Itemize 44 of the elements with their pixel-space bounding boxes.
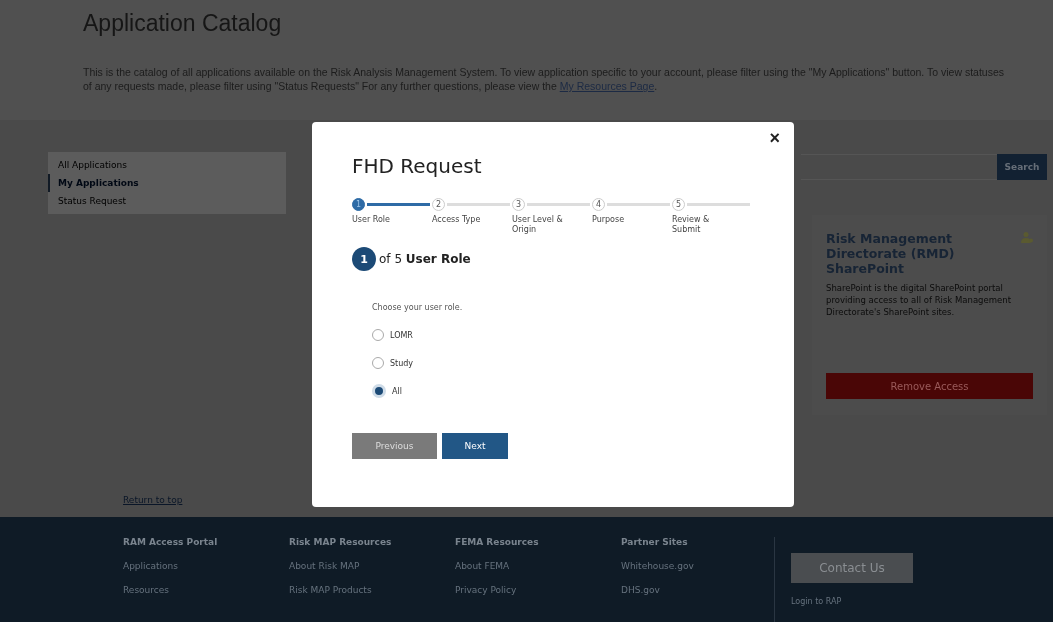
sidebar-item[interactable]: All Applications	[48, 156, 286, 174]
footer-heading: FEMA Resources	[455, 537, 540, 547]
step-progress-line	[687, 203, 750, 206]
radio-label: LOMR	[390, 330, 413, 340]
footer-link[interactable]: DHS.gov	[621, 585, 787, 595]
radio-label: All	[392, 386, 402, 396]
step-progress-line	[527, 203, 590, 206]
dialog-title: FHD Request	[352, 154, 483, 178]
step-progress-line	[367, 203, 430, 206]
step-label: Review & Submit	[672, 215, 711, 235]
footer-heading: RAM Access Portal	[123, 537, 219, 547]
radio-button[interactable]	[372, 384, 386, 398]
footer-link[interactable]: Privacy Policy	[455, 585, 621, 595]
contact-us-button[interactable]: Contact Us	[791, 553, 913, 583]
close-button[interactable]: ×	[767, 128, 782, 149]
search-field[interactable]	[801, 154, 997, 180]
step-progress-line	[447, 203, 510, 206]
search-button[interactable]: Search	[997, 154, 1047, 180]
next-button[interactable]: Next	[442, 433, 508, 459]
footer-heading: Partner Sites	[621, 537, 689, 547]
step-label: User Level & Origin	[512, 215, 564, 235]
sidebar-item[interactable]: Status Request	[48, 192, 286, 210]
step-progress-line	[607, 203, 670, 206]
step-label: Access Type	[432, 215, 482, 225]
previous-button[interactable]: Previous	[352, 433, 437, 459]
sidebar-item[interactable]: My Applications	[48, 174, 286, 192]
step-label: User Role	[352, 215, 391, 225]
page-title: Application Catalog	[83, 9, 283, 37]
footer-heading: Risk MAP Resources	[289, 537, 393, 547]
remove-access-button[interactable]: Remove Access	[826, 373, 1033, 399]
footer-link[interactable]: About FEMA	[455, 561, 621, 571]
radio-label: Study	[390, 358, 414, 368]
footer-link[interactable]: About Risk MAP	[289, 561, 455, 571]
step-heading: of 5 User Role	[379, 252, 471, 266]
step-number: 1	[352, 198, 365, 211]
footer-link[interactable]: Resources	[123, 585, 289, 595]
footer-link[interactable]: Whitehouse.gov	[621, 561, 787, 571]
login-link[interactable]: Login to RAP	[791, 597, 913, 606]
step-badge: 1	[352, 247, 376, 271]
user-icon	[1021, 231, 1033, 243]
footer-link[interactable]: Applications	[123, 561, 289, 571]
step-label: Purpose	[592, 215, 626, 225]
role-prompt: Choose your user role.	[372, 303, 464, 312]
footer-link[interactable]: Risk MAP Products	[289, 585, 455, 595]
